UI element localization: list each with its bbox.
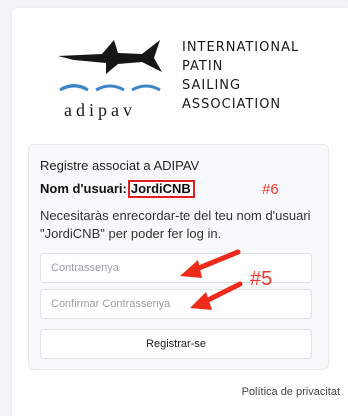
marlin-logo-icon — [58, 40, 162, 92]
org-line: PATIN — [182, 59, 224, 74]
form-heading: Registre associat a ADIPAV — [40, 158, 200, 173]
username-row: Nom d'usuari: JordiCNB — [40, 180, 195, 198]
confirm-password-input[interactable] — [40, 289, 312, 319]
org-name: INTERNATIONAL PATIN SAILING ASSOCIATION — [182, 38, 299, 114]
register-button[interactable]: Registrar-se — [40, 329, 312, 359]
username-value: JordiCNB — [127, 180, 195, 198]
org-line: SAILING — [182, 78, 242, 93]
brand-wordmark: adipav — [64, 100, 136, 120]
username-info-text: Necesitaràs enrecordar-te del teu nom d'… — [40, 208, 311, 241]
org-line: INTERNATIONAL — [182, 40, 300, 55]
org-line: ASSOCIATION — [182, 97, 282, 112]
username-label: Nom d'usuari: — [40, 181, 127, 196]
registration-form: Registre associat a ADIPAV Nom d'usuari:… — [28, 144, 329, 370]
annotation-tag-5: #5 — [250, 268, 273, 290]
annotation-tag-6: #6 — [262, 181, 279, 198]
adipav-logo: adipav INTERNATIONAL PATIN SAILING ASSOC… — [56, 32, 316, 128]
privacy-policy-link[interactable]: Política de privacitat — [242, 386, 340, 398]
